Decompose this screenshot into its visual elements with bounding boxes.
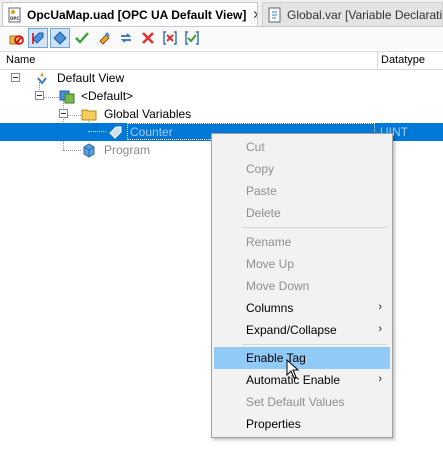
- context-menu: Cut Copy Paste Delete Rename Move Up Mov…: [211, 133, 393, 438]
- no-entry-icon: [9, 35, 24, 45]
- tree-line: [88, 131, 106, 133]
- svg-text:OPC: OPC: [10, 16, 19, 21]
- menu-item-paste[interactable]: Paste: [214, 180, 390, 202]
- tab-opcuamap-label: OpcUaMap.uad [OPC UA Default View]: [27, 7, 247, 22]
- column-datatype-header[interactable]: Datatype: [381, 54, 425, 66]
- map-disable-button[interactable]: [6, 28, 26, 48]
- tag-icon: [53, 31, 67, 45]
- menu-item-label: Move Up: [246, 257, 295, 271]
- menu-item-label: Paste: [246, 184, 277, 198]
- collapse-icon[interactable]: [11, 73, 20, 82]
- program-icon: [83, 143, 95, 158]
- menu-item-columns[interactable]: Columns ›: [214, 297, 390, 319]
- tab-close-icon[interactable]: ✕: [252, 8, 257, 22]
- tab-opcuamap[interactable]: OPC OpcUaMap.uad [OPC UA Default View] ✕: [2, 2, 258, 26]
- tree-node-default[interactable]: <Default>: [0, 87, 443, 105]
- variable-file-icon: [268, 7, 281, 22]
- toolbar: [0, 27, 443, 49]
- tree-node-label: Global Variables: [104, 107, 192, 121]
- tab-global-var-label: Global.var [Variable Declaration]: [287, 7, 443, 22]
- menu-item-label: Set Default Values: [246, 395, 345, 409]
- folder-icon: [81, 109, 97, 121]
- collapse-icon[interactable]: [35, 91, 44, 100]
- menu-item-copy[interactable]: Copy: [214, 158, 390, 180]
- view-root-icon: [37, 72, 47, 85]
- mouse-pointer-icon: [286, 359, 300, 379]
- menu-item-label: Properties: [246, 417, 301, 431]
- column-name-header[interactable]: Name: [6, 54, 35, 66]
- menu-item-set-default-values[interactable]: Set Default Values: [214, 391, 390, 413]
- menu-separator: [242, 227, 388, 228]
- menu-item-label: Columns: [246, 301, 294, 315]
- tag-view-button[interactable]: [50, 28, 70, 48]
- menu-item-cut[interactable]: Cut: [214, 136, 390, 158]
- x-icon: [142, 32, 154, 44]
- collapse-icon[interactable]: [59, 109, 68, 118]
- enable-tag-button[interactable]: [28, 28, 48, 48]
- bracket-x-icon: [163, 31, 177, 45]
- menu-item-label: Rename: [246, 235, 292, 249]
- tab-strip: OPC OpcUaMap.uad [OPC UA Default View] ✕…: [0, 0, 443, 27]
- tree-node-label: <Default>: [81, 89, 134, 103]
- tag-icon: [109, 126, 122, 139]
- menu-item-label: Expand/Collapse: [246, 323, 337, 337]
- column-separator[interactable]: [377, 52, 378, 69]
- submenu-arrow-icon: ›: [378, 301, 382, 313]
- check-button[interactable]: [72, 28, 92, 48]
- menu-item-properties[interactable]: Properties: [214, 413, 390, 435]
- bracket-check-icon: [185, 31, 199, 45]
- menu-item-label: Cut: [246, 140, 265, 154]
- menu-item-automatic-enable[interactable]: Automatic Enable ›: [214, 369, 390, 391]
- menu-item-expand-collapse[interactable]: Expand/Collapse ›: [214, 319, 390, 341]
- delete-bracket-button[interactable]: [160, 28, 180, 48]
- highlight-button[interactable]: [94, 28, 114, 48]
- tree-node-default-view[interactable]: Default View: [0, 69, 443, 87]
- menu-item-enable-tag[interactable]: Enable Tag: [214, 347, 390, 369]
- menu-item-label: Copy: [246, 162, 275, 176]
- tree-node-label: Default View: [57, 71, 125, 85]
- menu-separator: [242, 344, 388, 345]
- editor-window: OPC OpcUaMap.uad [OPC UA Default View] ✕…: [0, 0, 443, 454]
- tab-global-var[interactable]: Global.var [Variable Declaration]: [262, 2, 443, 26]
- menu-item-delete[interactable]: Delete: [214, 202, 390, 224]
- opcua-file-icon: OPC: [8, 7, 21, 22]
- menu-item-label: Delete: [246, 206, 281, 220]
- tag-check-icon: [32, 32, 44, 44]
- check-bracket-button[interactable]: [182, 28, 202, 48]
- highlighter-icon: [99, 32, 110, 45]
- arrows-icon: [120, 33, 132, 43]
- menu-item-move-up[interactable]: Move Up: [214, 253, 390, 275]
- namespace-icon: [59, 90, 75, 104]
- delete-button[interactable]: [138, 28, 158, 48]
- column-header: Name Datatype: [0, 51, 443, 70]
- checkmark-icon: [75, 32, 89, 44]
- tree-node-global-variables[interactable]: Global Variables: [0, 105, 443, 123]
- tree-node-label: Program: [104, 143, 151, 157]
- menu-item-label: Move Down: [246, 279, 310, 293]
- menu-item-rename[interactable]: Rename: [214, 231, 390, 253]
- tree-node-label: Counter: [130, 125, 173, 139]
- refresh-button[interactable]: [116, 28, 136, 48]
- submenu-arrow-icon: ›: [378, 323, 382, 335]
- menu-item-move-down[interactable]: Move Down: [214, 275, 390, 297]
- submenu-arrow-icon: ›: [378, 373, 382, 385]
